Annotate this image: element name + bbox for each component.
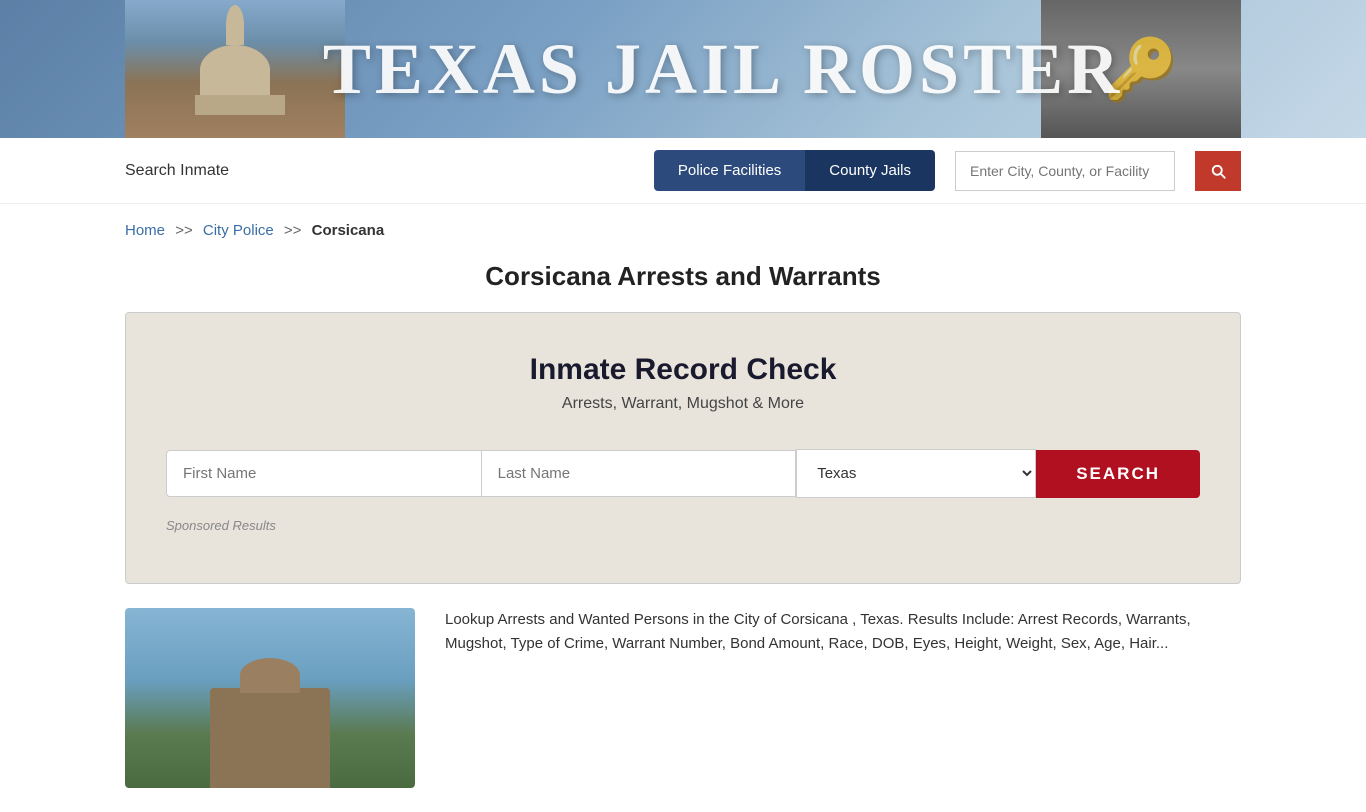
header-banner: Texas Jail Roster 🔑 bbox=[0, 0, 1366, 138]
breadcrumb-city-police[interactable]: City Police bbox=[203, 222, 274, 239]
breadcrumb: Home >> City Police >> Corsicana bbox=[0, 204, 1366, 249]
facility-search-button[interactable] bbox=[1195, 151, 1241, 191]
city-image bbox=[125, 608, 415, 788]
building-silhouette bbox=[210, 688, 330, 788]
state-select[interactable]: AlabamaAlaskaArizonaArkansasCaliforniaCo… bbox=[796, 449, 1036, 498]
description-text: Lookup Arrests and Wanted Persons in the… bbox=[445, 608, 1241, 656]
nav-bar: Search Inmate Police Facilities County J… bbox=[0, 138, 1366, 204]
record-check-title: Inmate Record Check bbox=[166, 353, 1200, 387]
record-check-box: Inmate Record Check Arrests, Warrant, Mu… bbox=[125, 312, 1241, 584]
breadcrumb-sep2: >> bbox=[284, 222, 302, 239]
last-name-input[interactable] bbox=[481, 450, 797, 497]
city-image-inner bbox=[125, 608, 415, 788]
search-inmate-label: Search Inmate bbox=[125, 162, 634, 180]
breadcrumb-sep1: >> bbox=[175, 222, 193, 239]
page-title: Corsicana Arrests and Warrants bbox=[0, 261, 1366, 292]
breadcrumb-current: Corsicana bbox=[312, 222, 385, 239]
record-check-subtitle: Arrests, Warrant, Mugshot & More bbox=[166, 395, 1200, 413]
inmate-search-form: AlabamaAlaskaArizonaArkansasCaliforniaCo… bbox=[166, 449, 1200, 498]
sponsored-label: Sponsored Results bbox=[166, 518, 1200, 533]
nav-buttons: Police Facilities County Jails bbox=[654, 150, 935, 191]
police-facilities-button[interactable]: Police Facilities bbox=[654, 150, 805, 191]
building-dome bbox=[240, 658, 300, 693]
capitol-image bbox=[125, 0, 345, 138]
first-name-input[interactable] bbox=[166, 450, 481, 497]
site-title: Texas Jail Roster bbox=[323, 28, 1123, 111]
search-icon bbox=[1209, 162, 1227, 180]
bottom-section: Lookup Arrests and Wanted Persons in the… bbox=[0, 584, 1366, 812]
facility-search-input[interactable] bbox=[955, 151, 1175, 191]
inmate-search-button[interactable]: SEARCH bbox=[1036, 450, 1200, 498]
county-jails-button[interactable]: County Jails bbox=[805, 150, 935, 191]
breadcrumb-home[interactable]: Home bbox=[125, 222, 165, 239]
